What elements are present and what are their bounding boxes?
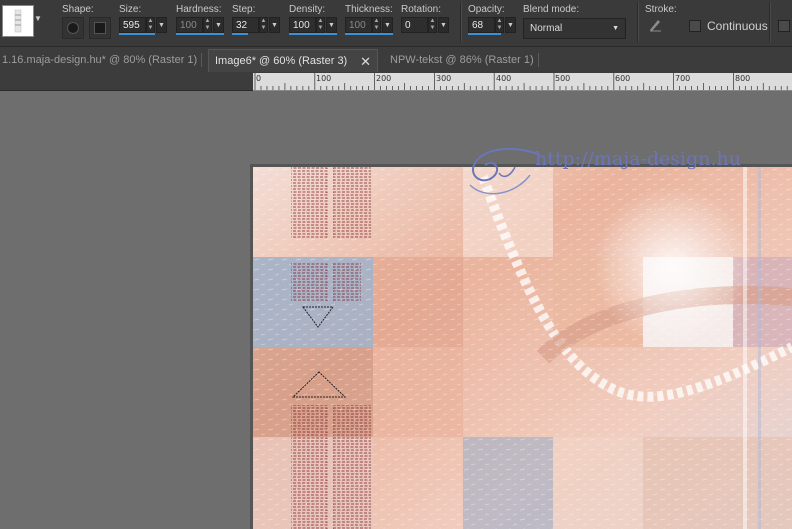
hardness-updown-icon[interactable]: ▲ ▼	[203, 17, 212, 33]
horizontal-ruler[interactable]: 0 100 200 300 400 500 600 700 800	[253, 73, 792, 91]
opacity-label: Opacity:	[468, 4, 505, 15]
ruler-label: 700	[675, 74, 691, 83]
thickness-slider-bar[interactable]	[345, 33, 393, 35]
thickness-updown-icon[interactable]: ▲ ▼	[372, 17, 381, 33]
size-dropdown-icon[interactable]: ▼	[156, 17, 167, 33]
shape-label: Shape:	[62, 4, 94, 15]
size-slider-bar[interactable]	[119, 33, 155, 35]
tab-document-3[interactable]: NPW-tekst @ 86% (Raster 1)	[390, 49, 534, 72]
round-brush-icon	[68, 23, 78, 33]
opacity-updown-icon[interactable]: ▲ ▼	[495, 17, 504, 33]
ruler-label: 400	[496, 74, 512, 83]
rotation-dropdown-icon[interactable]: ▼	[438, 17, 449, 33]
tab-divider	[201, 53, 202, 67]
image-canvas[interactable]	[253, 167, 792, 529]
tab-document-2[interactable]: Image6* @ 60% (Raster 3) ✕	[208, 49, 378, 72]
ruler-ticks	[254, 73, 788, 90]
rotation-spinner[interactable]: 0 ▲ ▼ ▼	[401, 17, 451, 35]
hardness-label: Hardness:	[176, 4, 222, 15]
ruler-label: 0	[256, 74, 262, 83]
thickness-label: Thickness:	[345, 4, 393, 15]
ruler-corner	[0, 73, 253, 91]
shape-round-button[interactable]	[62, 17, 84, 39]
tab-label: NPW-tekst @ 86% (Raster 1)	[390, 54, 534, 66]
continuous-label: Continuous	[707, 19, 768, 33]
opacity-input[interactable]: 68	[468, 17, 495, 33]
density-label: Density:	[289, 4, 326, 15]
tab-divider	[538, 53, 539, 67]
density-updown-icon[interactable]: ▲ ▼	[316, 17, 325, 33]
toolbar-divider	[769, 2, 771, 42]
document-tab-strip: 1.16.maja-design.hu* @ 80% (Raster 1) Im…	[0, 47, 792, 73]
watermark-text: http://maja-design.hu	[535, 148, 742, 170]
stroke-label: Stroke:	[645, 4, 677, 15]
opacity-slider-bar[interactable]	[468, 33, 501, 35]
shape-square-button[interactable]	[89, 17, 111, 39]
rotation-label: Rotation:	[401, 4, 442, 15]
blend-mode-select[interactable]: Normal ▼	[523, 18, 626, 39]
ruler-label: 600	[615, 74, 631, 83]
step-slider-bar[interactable]	[232, 33, 248, 35]
thickness-dropdown-icon[interactable]: ▼	[382, 17, 393, 33]
continuous-checkbox[interactable]	[689, 20, 701, 32]
extra-checkbox[interactable]	[778, 20, 790, 32]
blend-mode-value: Normal	[530, 23, 563, 34]
tab-document-1[interactable]: 1.16.maja-design.hu* @ 80% (Raster 1)	[2, 49, 197, 72]
watermark-swirl-icon	[469, 147, 541, 195]
opacity-dropdown-icon[interactable]: ▼	[505, 17, 516, 33]
density-input[interactable]: 100	[289, 17, 316, 33]
rotation-input[interactable]: 0	[401, 17, 428, 33]
rotation-updown-icon[interactable]: ▲ ▼	[428, 17, 437, 33]
step-dropdown-icon[interactable]: ▼	[269, 17, 280, 33]
chevron-down-icon: ▼	[612, 25, 619, 32]
brush-preset-swatch[interactable]	[2, 5, 34, 37]
size-updown-icon[interactable]: ▲ ▼	[146, 17, 155, 33]
step-spinner[interactable]: 32 ▲ ▼ ▼	[232, 17, 282, 35]
ruler-label: 300	[436, 74, 452, 83]
toolbar-divider	[460, 2, 462, 42]
ruler-label: 800	[735, 74, 751, 83]
density-spinner[interactable]: 100 ▲ ▼ ▼	[289, 17, 339, 35]
toolbar-divider	[637, 2, 639, 42]
ruler-label: 200	[376, 74, 392, 83]
size-input[interactable]: 595	[119, 17, 146, 33]
opacity-spinner[interactable]: 68 ▲ ▼ ▼	[468, 17, 518, 35]
ruler-label: 100	[316, 74, 332, 83]
blend-mode-label: Blend mode:	[523, 4, 580, 15]
hardness-input[interactable]: 100	[176, 17, 203, 33]
step-label: Step:	[232, 4, 256, 15]
square-brush-icon	[95, 23, 105, 33]
density-dropdown-icon[interactable]: ▼	[326, 17, 337, 33]
thickness-input[interactable]: 100	[345, 17, 372, 33]
ruler-label: 500	[555, 74, 571, 83]
size-label: Size:	[119, 4, 142, 15]
density-slider-bar[interactable]	[289, 33, 337, 35]
hardness-slider-bar[interactable]	[176, 33, 224, 35]
step-input[interactable]: 32	[232, 17, 259, 33]
hardness-dropdown-icon[interactable]: ▼	[213, 17, 224, 33]
canvas-artwork	[253, 167, 792, 529]
tab-label: 1.16.maja-design.hu* @ 80% (Raster 1)	[2, 54, 198, 66]
step-updown-icon[interactable]: ▲ ▼	[259, 17, 268, 33]
preset-dropdown-icon[interactable]: ▼	[34, 14, 42, 23]
brush-preset-icon	[14, 9, 22, 33]
size-spinner[interactable]: 595 ▲ ▼ ▼	[119, 17, 169, 35]
close-icon[interactable]: ✕	[360, 50, 371, 73]
hardness-spinner[interactable]: 100 ▲ ▼ ▼	[176, 17, 226, 35]
tool-options-bar: ▼ Shape: Size: 595 ▲ ▼ ▼ Hardness: 100 ▲ ▼…	[0, 0, 792, 47]
stroke-pen-icon[interactable]	[648, 18, 662, 32]
tab-label: Image6* @ 60% (Raster 3)	[215, 55, 348, 67]
thickness-spinner[interactable]: 100 ▲ ▼ ▼	[345, 17, 395, 35]
